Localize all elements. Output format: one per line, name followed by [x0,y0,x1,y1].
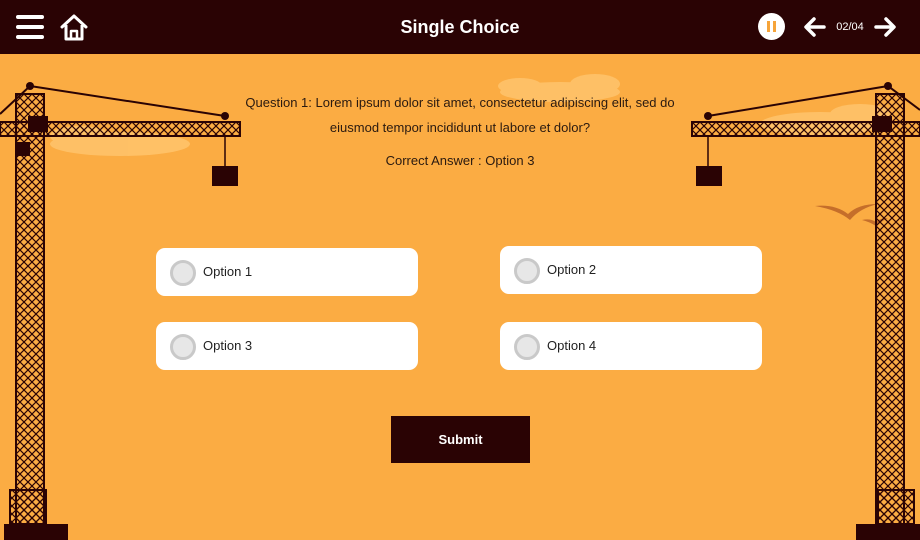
option-label: Option 2 [547,262,597,277]
right-crane [691,82,920,540]
option-3[interactable]: Option 3 [156,322,418,370]
page-counter: 02/04 [836,21,864,33]
top-bar: Single Choice 02/04 [0,0,920,54]
option-label: Option 4 [547,338,597,353]
correct-answer-text: Correct Answer : Option 3 [385,153,535,168]
option-2[interactable]: Option 2 [500,246,762,294]
option-label: Option 1 [203,264,253,279]
arrow-left-icon[interactable] [802,14,828,40]
radio-button[interactable] [514,334,540,360]
radio-button[interactable] [514,258,540,284]
option-4[interactable]: Option 4 [500,322,762,370]
option-label: Option 3 [203,338,253,353]
submit-button[interactable]: Submit [391,416,530,463]
pause-icon[interactable] [758,13,785,40]
arrow-right-icon[interactable] [872,14,898,40]
radio-button[interactable] [170,260,196,286]
question-text: Question 1: Lorem ipsum dolor sit amet, … [245,95,675,135]
option-1[interactable]: Option 1 [156,248,418,296]
radio-button[interactable] [170,334,196,360]
